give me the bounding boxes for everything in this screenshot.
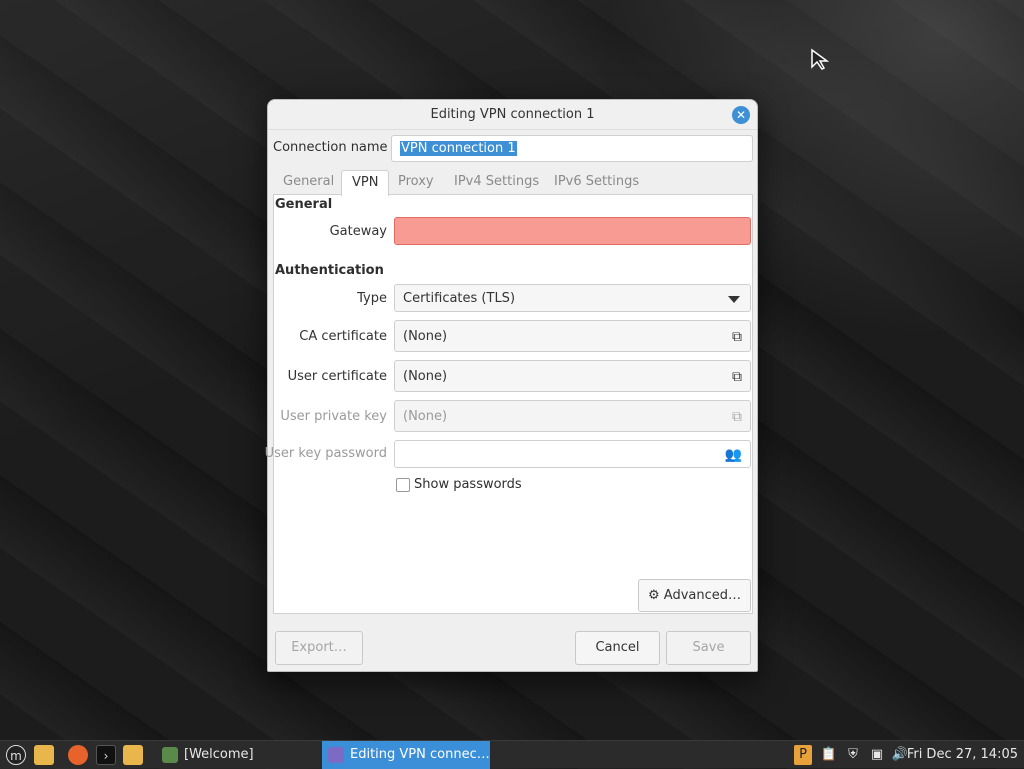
user-certificate-value: (None) xyxy=(403,369,448,384)
copy-files-icon: ⧉ xyxy=(732,409,742,425)
user-private-key-chooser[interactable]: (None) ⧉ xyxy=(394,400,751,432)
files-icon[interactable] xyxy=(34,745,54,765)
connection-name-value: VPN connection 1 xyxy=(400,141,517,156)
connection-name-input[interactable]: VPN connection 1 xyxy=(391,135,753,162)
user-key-password-label: User key password xyxy=(264,446,387,461)
user-private-key-label: User private key xyxy=(280,409,387,424)
type-label: Type xyxy=(357,291,387,306)
dialog-title: Editing VPN connection 1 xyxy=(430,107,595,122)
clipboard-icon[interactable]: 📋 xyxy=(820,745,838,765)
tab-ipv4-settings[interactable]: IPv4 Settings xyxy=(444,170,549,195)
mint-menu-icon[interactable]: m xyxy=(6,745,26,765)
welcome-app-icon xyxy=(162,747,178,763)
connection-name-label: Connection name xyxy=(273,140,388,155)
network-editor-app-icon xyxy=(328,747,344,763)
copy-files-icon: ⧉ xyxy=(732,369,742,385)
taskbar-window-label: [Welcome] xyxy=(184,747,254,762)
terminal-icon[interactable]: › xyxy=(96,745,116,765)
type-dropdown[interactable]: Certificates (TLS) xyxy=(394,284,751,312)
users-icon[interactable]: 👥 xyxy=(725,441,742,469)
connection-name-row: Connection name VPN connection 1 xyxy=(273,135,753,162)
tab-ipv6-settings[interactable]: IPv6 Settings xyxy=(544,170,649,195)
user-key-password-input[interactable]: 👥 xyxy=(394,440,751,468)
ca-certificate-label: CA certificate xyxy=(299,329,387,344)
tab-general[interactable]: General xyxy=(273,170,344,195)
ca-certificate-value: (None) xyxy=(403,329,448,344)
pamac-icon[interactable]: P xyxy=(794,745,812,765)
general-section-title: General xyxy=(275,197,333,212)
close-icon[interactable]: ✕ xyxy=(732,106,750,124)
taskbar: m › [Welcome] Editing VPN connec… P 📋 ⛨ … xyxy=(0,740,1024,769)
user-certificate-label: User certificate xyxy=(287,369,387,384)
user-private-key-value: (None) xyxy=(403,409,448,424)
taskbar-window-label: Editing VPN connec… xyxy=(350,747,490,762)
gateway-label: Gateway xyxy=(329,224,387,239)
dialog-titlebar[interactable]: Editing VPN connection 1 ✕ xyxy=(268,100,757,130)
shield-icon[interactable]: ⛨ xyxy=(844,745,862,765)
mouse-cursor-icon xyxy=(811,48,830,70)
vpn-settings-panel: General Gateway Authentication Type Cert… xyxy=(265,194,753,614)
cancel-button[interactable]: Cancel xyxy=(575,631,660,665)
show-passwords-label: Show passwords xyxy=(414,477,522,492)
authentication-section-title: Authentication xyxy=(275,263,384,278)
folder-icon[interactable] xyxy=(123,745,143,765)
firefox-icon[interactable] xyxy=(68,745,88,765)
clock[interactable]: Fri Dec 27, 14:05 xyxy=(907,741,1018,769)
export-button[interactable]: Export… xyxy=(275,631,363,665)
save-button[interactable]: Save xyxy=(666,631,751,665)
ca-certificate-chooser[interactable]: (None) ⧉ xyxy=(394,320,751,352)
gear-icon: ⚙ xyxy=(647,588,660,603)
copy-files-icon: ⧉ xyxy=(732,329,742,345)
tab-bar: General VPN Proxy IPv4 Settings IPv6 Set… xyxy=(273,170,753,196)
tab-proxy[interactable]: Proxy xyxy=(388,170,444,195)
vpn-edit-dialog: Editing VPN connection 1 ✕ Connection na… xyxy=(265,99,758,672)
chevron-down-icon xyxy=(728,296,740,303)
gateway-input[interactable] xyxy=(394,217,751,245)
taskbar-window-vpn-editor[interactable]: Editing VPN connec… xyxy=(322,741,490,769)
user-certificate-chooser[interactable]: (None) ⧉ xyxy=(394,360,751,392)
type-value: Certificates (TLS) xyxy=(403,291,516,306)
show-passwords-checkbox[interactable] xyxy=(396,478,410,492)
tab-vpn[interactable]: VPN xyxy=(341,170,390,196)
network-icon[interactable]: ▣ xyxy=(868,745,886,765)
advanced-button[interactable]: ⚙ Advanced… xyxy=(638,579,751,612)
advanced-button-label: Advanced… xyxy=(663,588,741,603)
taskbar-window-welcome[interactable]: [Welcome] xyxy=(156,741,316,769)
